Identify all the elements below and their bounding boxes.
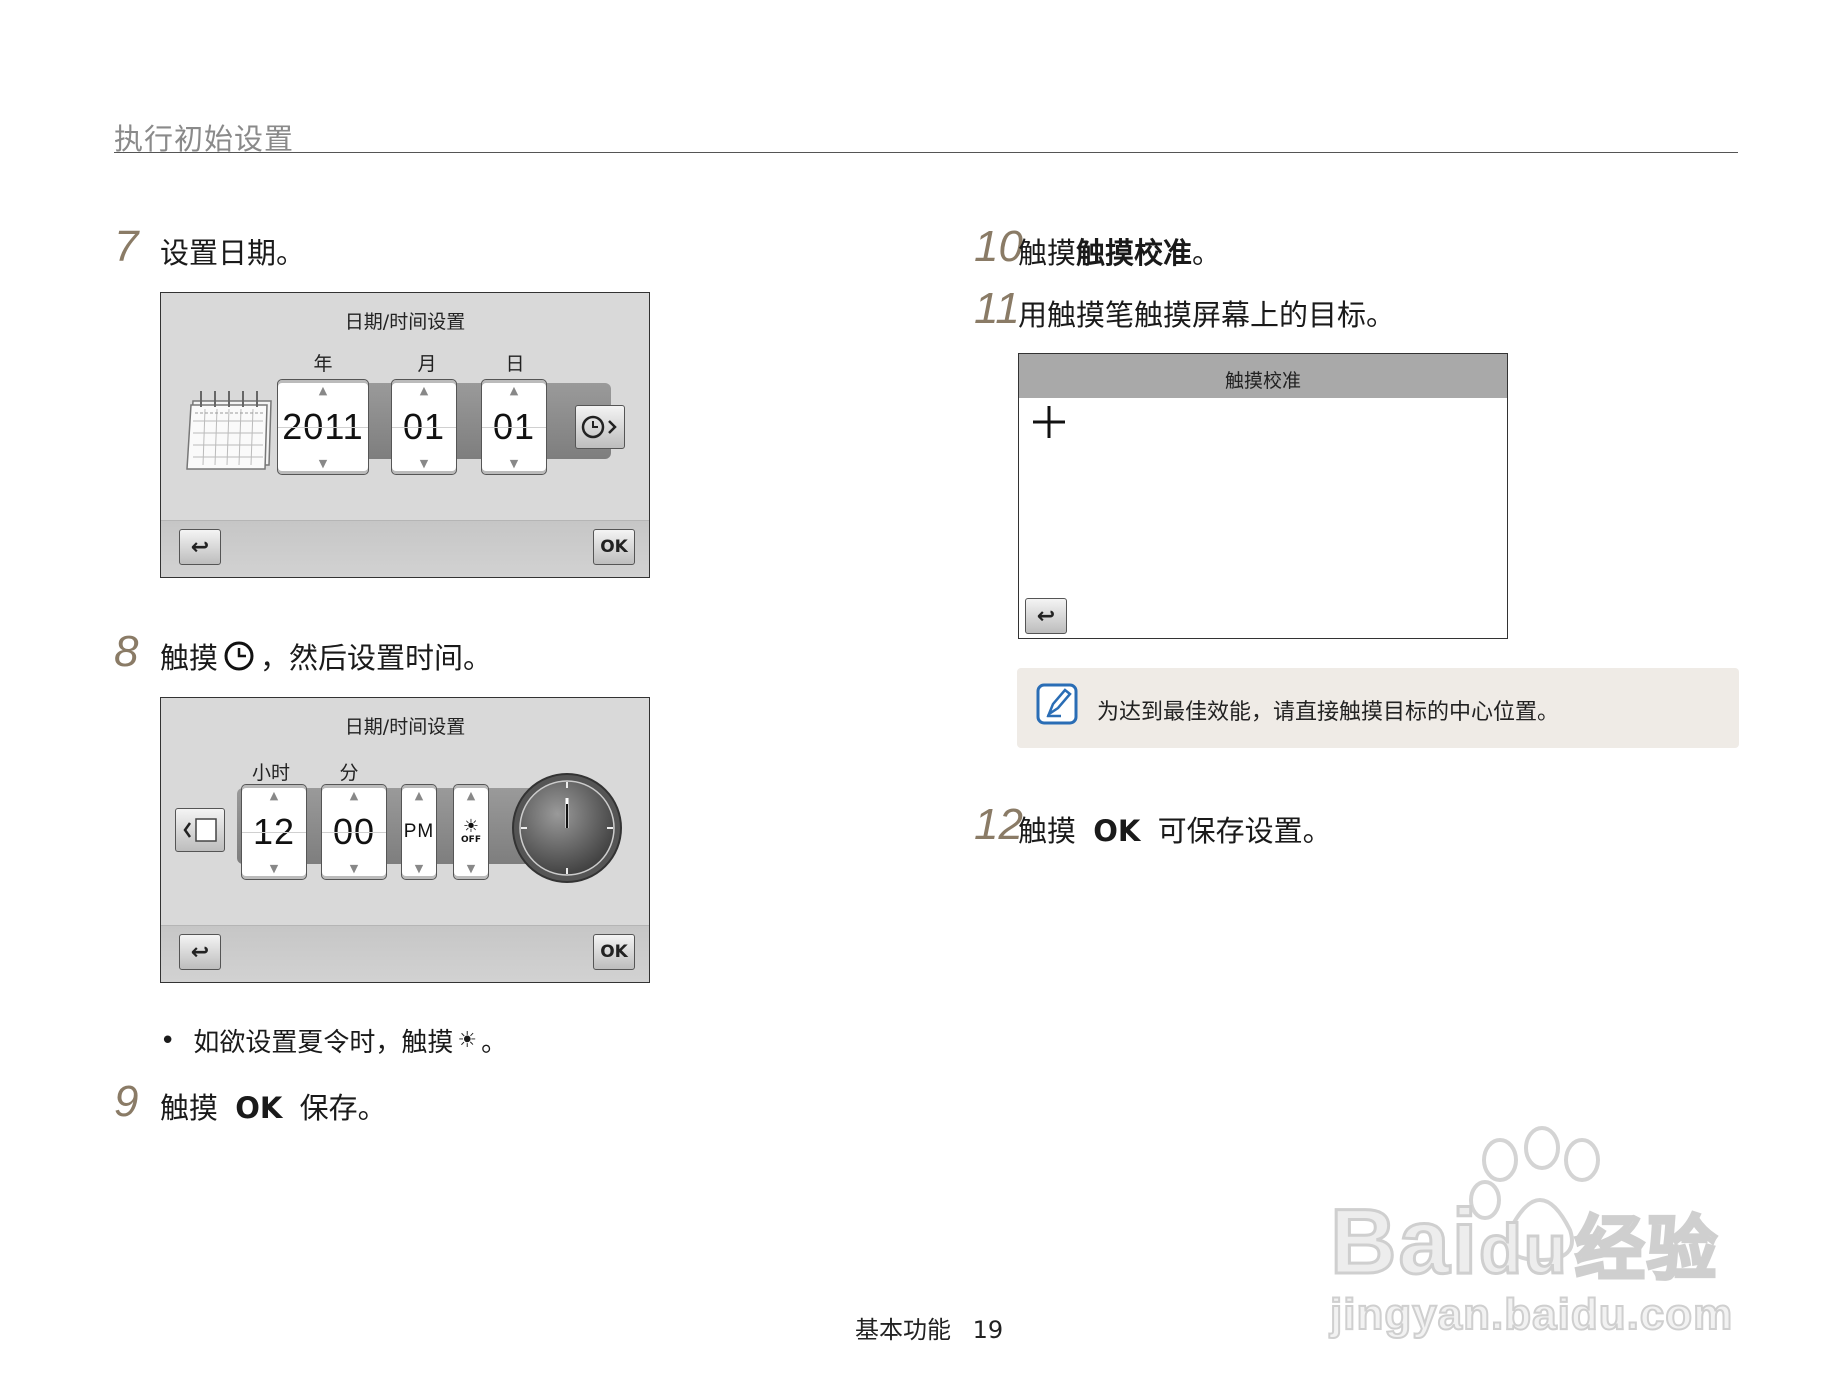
step-10-text: 触摸触摸校准。 <box>1018 230 1221 272</box>
watermark-brand-c: 经验 <box>1573 1209 1719 1290</box>
step-9-text-after: 保存。 <box>299 1091 387 1125</box>
clock-arrow-icon <box>581 415 617 439</box>
back-arrow-icon: ↩ <box>1036 603 1056 629</box>
note-pencil-icon <box>1035 682 1079 730</box>
day-label: 日 <box>505 353 525 375</box>
time-setting-screen: 日期/时间设置 小时 分 ▲ 12 ▼ ▲ 00 ▼ ▲ PM ▼ ▲ ☀ OF… <box>160 697 650 983</box>
month-down-arrow-icon[interactable]: ▼ <box>392 457 456 470</box>
date-setting-screen: 日期/时间设置 年 月 日 ▲ 2011 ▼ ▲ 01 ▼ ▲ 01 ▼ ↩ O… <box>160 292 650 578</box>
dst-down-arrow-icon[interactable]: ▼ <box>454 862 488 875</box>
back-arrow-icon: ↩ <box>190 534 210 560</box>
header-divider <box>114 152 1738 153</box>
back-button[interactable]: ↩ <box>179 934 221 970</box>
watermark-brand: Baidu经验 <box>1328 1190 1719 1295</box>
hour-label: 小时 <box>251 762 290 784</box>
step-12-text-before: 触摸 <box>1018 814 1077 848</box>
minute-up-arrow-icon[interactable]: ▲ <box>322 789 386 802</box>
day-down-arrow-icon[interactable]: ▼ <box>482 457 546 470</box>
minute-label: 分 <box>339 762 359 784</box>
step-8-text-before: 触摸 <box>160 641 219 675</box>
date-setting-button[interactable] <box>175 808 225 852</box>
analog-clock-icon <box>511 772 623 888</box>
back-button[interactable]: ↩ <box>1025 598 1067 634</box>
month-label: 月 <box>417 353 437 375</box>
minute-drum[interactable]: ▲ 00 ▼ <box>321 784 387 880</box>
bullet-dot: • <box>160 1025 176 1056</box>
footer-section: 基本功能 <box>855 1316 951 1344</box>
step-12-text-after: 可保存设置。 <box>1157 814 1332 848</box>
step-10-number: 10 <box>974 222 1023 271</box>
step-9-text: 触摸 OK 保存。 <box>160 1085 387 1127</box>
touch-calibration-screen: 触摸校准 ↩ <box>1018 353 1508 639</box>
year-drum[interactable]: ▲ 2011 ▼ <box>277 379 369 475</box>
step-8-text-after: ，然后设置时间。 <box>260 641 493 675</box>
step-10-text-after: 。 <box>1192 236 1222 270</box>
time-screen-title: 日期/时间设置 <box>344 716 466 738</box>
back-button[interactable]: ↩ <box>179 529 221 565</box>
dst-bullet-text-before: 如欲设置夏令时，触摸 <box>193 1028 454 1058</box>
step-10-bold: 触摸校准 <box>1076 236 1193 270</box>
step-12-ok-label: OK <box>1093 814 1141 848</box>
calendar-arrow-icon <box>183 818 217 842</box>
hour-drum[interactable]: ▲ 12 ▼ <box>241 784 307 880</box>
ampm-drum[interactable]: ▲ PM ▼ <box>401 784 437 880</box>
calib-screen-title: 触摸校准 <box>1224 370 1301 392</box>
date-screen-title: 日期/时间设置 <box>344 311 466 333</box>
year-up-arrow-icon[interactable]: ▲ <box>278 384 368 397</box>
ampm-down-arrow-icon[interactable]: ▼ <box>402 862 436 875</box>
step-12-text: 触摸 OK 可保存设置。 <box>1018 808 1332 850</box>
ok-button[interactable]: OK <box>593 934 635 970</box>
baidu-watermark: Baidu经验 jingyan.baidu.com <box>1310 1120 1750 1340</box>
step-7-text: 设置日期。 <box>160 236 306 270</box>
minute-down-arrow-icon[interactable]: ▼ <box>322 862 386 875</box>
day-drum[interactable]: ▲ 01 ▼ <box>481 379 547 475</box>
watermark-brand-b: du <box>1478 1209 1569 1290</box>
dst-off-label: OFF <box>461 835 481 845</box>
day-up-arrow-icon[interactable]: ▲ <box>482 384 546 397</box>
step-9-number: 9 <box>114 1077 139 1126</box>
month-up-arrow-icon[interactable]: ▲ <box>392 384 456 397</box>
year-label: 年 <box>313 353 333 375</box>
date-screen-footer: ↩ OK <box>161 520 649 577</box>
dst-drum[interactable]: ▲ ☀ OFF ▼ <box>453 784 489 880</box>
time-setting-button[interactable] <box>575 405 625 449</box>
page-footer: 基本功能 19 <box>855 1310 1003 1345</box>
step-9-ok-label: OK <box>235 1091 283 1125</box>
step-9-text-before: 触摸 <box>160 1091 219 1125</box>
calendar-icon <box>183 373 275 477</box>
hour-down-arrow-icon[interactable]: ▼ <box>242 862 306 875</box>
step-11-text: 用触摸笔触摸屏幕上的目标。 <box>1018 298 1396 332</box>
footer-page-number: 19 <box>972 1316 1004 1344</box>
dst-bullet-text-after: 。 <box>481 1028 508 1058</box>
dst-off-icon: ☀ OFF <box>461 816 481 846</box>
watermark-brand-a: Bai <box>1328 1190 1480 1295</box>
step-7-number: 7 <box>114 222 139 271</box>
time-screen-footer: ↩ OK <box>161 925 649 982</box>
back-arrow-icon: ↩ <box>190 939 210 965</box>
crosshair-target-icon[interactable] <box>1029 402 1069 446</box>
ampm-up-arrow-icon[interactable]: ▲ <box>402 789 436 802</box>
step-8-text: 触摸 ，然后设置时间。 <box>160 635 492 677</box>
hour-up-arrow-icon[interactable]: ▲ <box>242 789 306 802</box>
ok-button[interactable]: OK <box>593 529 635 565</box>
step-10-text-before: 触摸 <box>1018 236 1077 270</box>
month-drum[interactable]: ▲ 01 ▼ <box>391 379 457 475</box>
watermark-url: jingyan.baidu.com <box>1329 1289 1734 1340</box>
dst-bullet: • 如欲设置夏令时，触摸 ☀ 。 <box>160 1022 507 1059</box>
step-8-number: 8 <box>114 627 139 676</box>
note-text: 为达到最佳效能，请直接触摸目标的中心位置。 <box>1097 700 1560 725</box>
year-down-arrow-icon[interactable]: ▼ <box>278 457 368 470</box>
dst-up-arrow-icon[interactable]: ▲ <box>454 789 488 802</box>
dst-icon: ☀ <box>457 1027 478 1053</box>
note-box: 为达到最佳效能，请直接触摸目标的中心位置。 <box>1017 668 1739 748</box>
ampm-value: PM <box>403 821 435 842</box>
clock-icon <box>224 641 254 671</box>
step-12-number: 12 <box>974 800 1023 849</box>
step-11-number: 11 <box>974 284 1020 333</box>
